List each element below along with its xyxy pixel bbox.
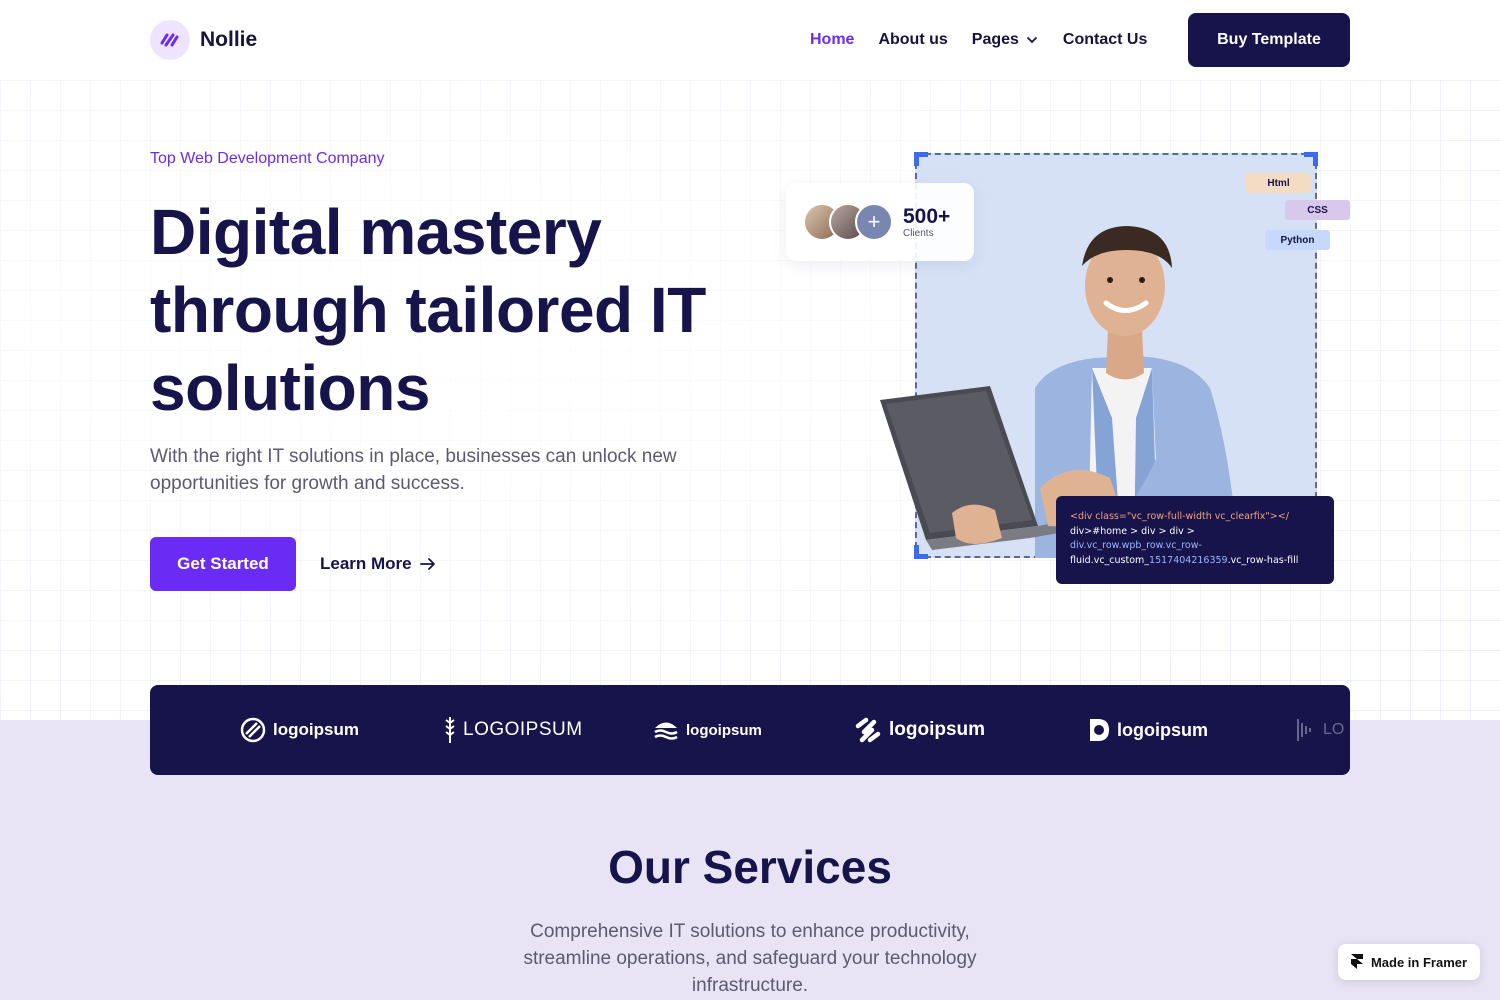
brand-mark-icon (150, 20, 190, 60)
frame-corner (1304, 152, 1318, 166)
plus-icon: + (855, 203, 893, 241)
code-line: <div class="vc_row-full-width vc_clearfi… (1070, 511, 1289, 522)
hero-subtext: With the right IT solutions in place, bu… (150, 446, 677, 494)
partner-logo-1: logoipsum (240, 685, 359, 775)
chip-css: CSS (1285, 200, 1350, 220)
code-line: div.vc_row.wpb_row.vc_row- (1070, 540, 1202, 551)
logo-circle-icon (240, 717, 266, 743)
learn-more-label: Learn More (320, 554, 412, 573)
framer-badge-label: Made in Framer (1370, 954, 1468, 970)
get-started-button[interactable]: Get Started (150, 537, 296, 591)
chevron-down-icon (1027, 37, 1037, 44)
partner-logo-3: logoipsum (653, 685, 762, 775)
clients-label: Clients (903, 227, 934, 239)
arrow-right-icon (419, 558, 435, 570)
code-token: fluid.vc_custom_ (1070, 554, 1150, 566)
logo-text: logoipsum (686, 721, 762, 739)
services-subtitle: Comprehensive IT solutions to enhance pr… (523, 921, 977, 996)
made-in-framer-badge[interactable]: Made in Framer (1338, 944, 1480, 980)
code-line: fluid.vc_custom_1517404216359.vc_row-has… (1070, 554, 1320, 569)
logo-text: LOGOIPSUM (463, 719, 583, 740)
logo-wheat-icon (445, 717, 455, 743)
brand-name: Nollie (200, 28, 258, 51)
partner-logo-strip: logoipsum LOGOIPSUM logoipsum logoipsum … (150, 685, 1350, 775)
nav-home[interactable]: Home (810, 31, 854, 49)
chip-python: Python (1265, 230, 1330, 250)
logo-squiggle-icon (855, 717, 881, 743)
partner-logo-4: logoipsum (854, 685, 985, 775)
code-token: .vc_row-has-fill (1227, 554, 1299, 566)
code-token: 1517404216359 (1149, 554, 1228, 566)
client-avatars: + (803, 203, 893, 241)
brand-logo[interactable]: Nollie (150, 20, 257, 60)
learn-more-link[interactable]: Learn More (320, 537, 436, 591)
hero-tagline: Top Web Development Company (150, 150, 385, 167)
clients-card: + 500+ Clients (786, 183, 974, 261)
logo-text: logoipsum (889, 719, 986, 740)
partner-logo-6: LO (1296, 685, 1344, 775)
partner-logo-2: LOGOIPSUM (444, 685, 583, 775)
logo-text: logoipsum (273, 720, 359, 739)
code-line: div>#home > div > div > (1070, 525, 1195, 537)
nav-about[interactable]: About us (878, 31, 947, 49)
buy-template-button[interactable]: Buy Template (1188, 13, 1350, 67)
clients-stat: 500+ Clients (903, 204, 951, 239)
top-nav: Nollie Home About us Pages Contact Us Bu… (0, 0, 1500, 80)
clients-count: 500+ (903, 204, 951, 228)
nav-contact[interactable]: Contact Us (1063, 31, 1147, 49)
logo-text: logoipsum (1117, 719, 1208, 740)
framer-icon (1350, 954, 1363, 969)
logo-waves-icon (654, 722, 678, 740)
code-snippet-card: <div class="vc_row-full-width vc_clearfi… (1056, 496, 1334, 584)
partner-logo-5: logoipsum (1088, 685, 1208, 775)
chip-html: Html (1246, 173, 1311, 193)
logo-text: LO (1323, 721, 1345, 738)
logo-d-icon (1090, 719, 1109, 741)
nav-pages[interactable]: Pages (972, 31, 1039, 49)
hero-headline: Digital mastery through tailored IT solu… (150, 196, 706, 424)
logo-bars-icon (1297, 719, 1311, 741)
services-title: Our Services (608, 841, 892, 893)
hero-section: Top Web Development Company Digital mast… (0, 80, 1500, 720)
nav-pages-label: Pages (971, 31, 1019, 48)
main-menu: Home About us Pages Contact Us (810, 0, 1147, 80)
